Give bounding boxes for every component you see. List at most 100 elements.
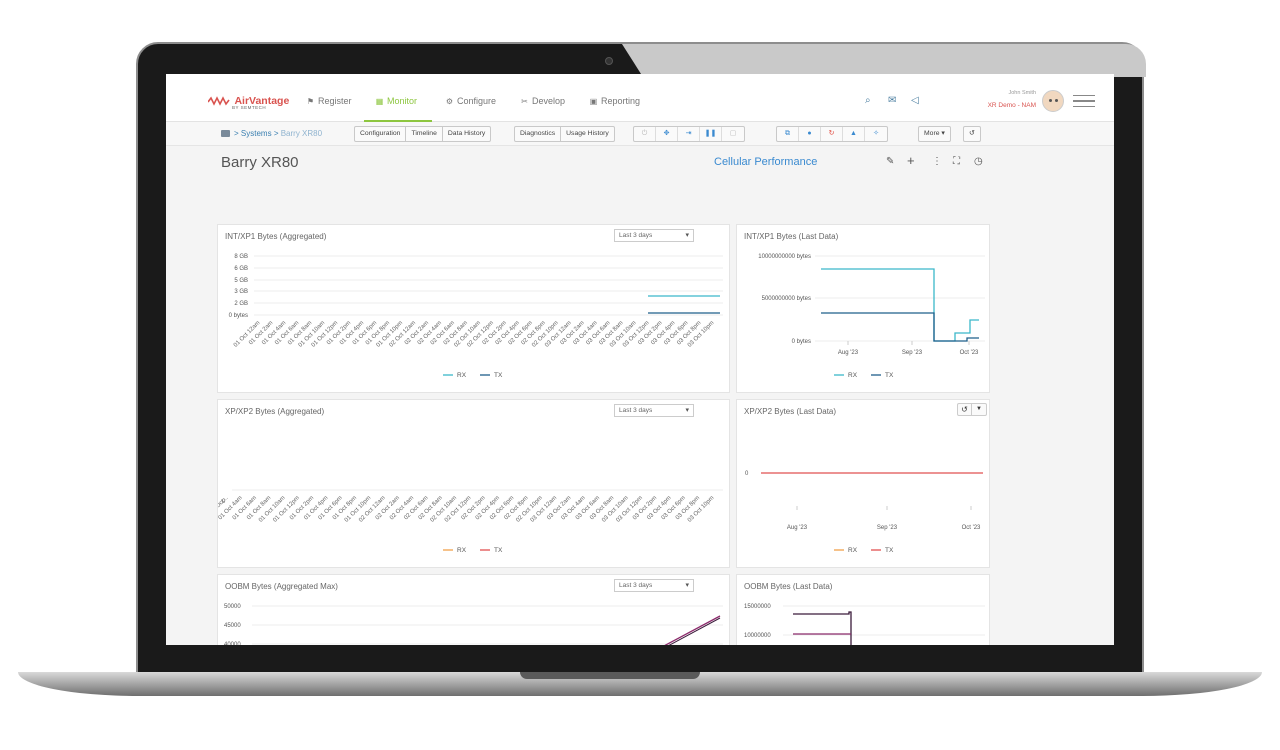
legend-rx: RX [457, 547, 467, 554]
nav-develop-label: Develop [532, 96, 566, 106]
nav-reporting[interactable]: ▣ Reporting [589, 96, 640, 106]
y-tick: 45000 [224, 623, 241, 629]
data-history-button[interactable]: Data History [443, 127, 490, 141]
y-axis: 8 GB 6 GB 5 GB 3 GB 2 GB 0 bytes [229, 254, 248, 319]
configuration-button[interactable]: Configuration [355, 127, 407, 141]
report-icon: ▣ [589, 97, 598, 106]
x-tick: Aug '23 [787, 525, 808, 531]
breadcrumb-separator: > [234, 129, 239, 138]
int-last-chart: 10000000000 bytes 5000000000 bytes 0 byt… [758, 254, 985, 379]
legend-rx: RX [457, 372, 467, 379]
y-tick: 40000 [224, 642, 241, 645]
upload-icon[interactable]: ▲ [843, 127, 865, 141]
nav-monitor-label: Monitor [387, 96, 418, 106]
page-title: Barry XR80 [221, 154, 299, 171]
sub-toolbar: > Systems > Barry XR80 Configuration Tim… [166, 122, 1114, 146]
fullscreen-icon[interactable]: ⛶ [953, 156, 960, 167]
more-vertical-icon[interactable]: ⋮ [932, 156, 942, 167]
nav-configure[interactable]: ⚙ Configure [445, 96, 496, 106]
y-tick: 3 GB [234, 289, 248, 295]
flag-icon: ⚑ [306, 97, 315, 106]
x-tick: 03 Oct 10pm [687, 495, 716, 524]
mail-icon[interactable]: ✉ [888, 95, 896, 106]
app-screen: AirVantage BY SEMTECH ⚑ Register ▦ Monitor… [166, 74, 1114, 645]
view-button-group: Configuration Timeline Data History [354, 126, 492, 142]
hamburger-menu-icon[interactable] [1073, 95, 1095, 107]
reboot-icon[interactable]: ↻ [821, 127, 843, 141]
nav-register[interactable]: ⚑ Register [306, 96, 352, 106]
y-tick: 10000000000 bytes [758, 254, 811, 260]
card-int-last-data: INT/XP1 Bytes (Last Data) 10000000000 by… [736, 224, 990, 393]
card-int-aggregated: INT/XP1 Bytes (Aggregated) Last 3 days 8… [217, 224, 730, 393]
breadcrumb-separator: > [273, 129, 279, 138]
legend: RX TX [443, 372, 503, 379]
card-xp2-last-data: XP/XP2 Bytes (Last Data) ↺ ▼ 0 Aug '23 S… [736, 399, 990, 568]
timer-icon[interactable]: ◷ [974, 156, 983, 167]
refresh-button[interactable]: ↺ [963, 126, 981, 142]
breadcrumb-systems[interactable]: Systems [241, 129, 272, 138]
logo-wave-icon [208, 95, 230, 106]
power-icon[interactable]: ⏻ [634, 127, 656, 141]
y-tick: 6 GB [234, 266, 248, 272]
pause-icon[interactable]: ❚❚ [700, 127, 722, 141]
nav-develop[interactable]: ✂ Develop [520, 96, 565, 106]
top-navigation: AirVantage BY SEMTECH ⚑ Register ▦ Monitor… [166, 74, 1114, 122]
tools-icon: ✂ [521, 97, 528, 106]
y-tick: 0 bytes [229, 313, 248, 319]
card-xp2-aggregated: XP/XP2 Bytes (Aggregated) Last 3 days 0 … [217, 399, 730, 568]
rx-series-line [821, 268, 979, 342]
camera-icon [605, 57, 613, 65]
stop-icon[interactable]: ▢ [722, 127, 744, 141]
user-org[interactable]: XR Demo - NAM [988, 102, 1036, 109]
y-tick: 0 bytes [792, 339, 811, 345]
y-tick: 50000 [224, 604, 241, 610]
search-icon[interactable]: ⌕ [865, 95, 871, 106]
tool-button-group: Diagnostics Usage History [514, 126, 615, 142]
y-tick: 2 GB [234, 301, 248, 307]
legend-tx: TX [494, 547, 503, 554]
avatar[interactable] [1042, 90, 1064, 112]
megaphone-icon[interactable]: ◁ [911, 95, 919, 106]
x-tick: Oct '23 [960, 350, 979, 356]
x-tick: Sep '23 [877, 525, 898, 531]
card-oobm-aggregated: OOBM Bytes (Aggregated Max) Last 3 days … [217, 574, 730, 645]
nav-configure-label: Configure [457, 96, 497, 106]
y-tick: 5000000000 bytes [762, 296, 811, 302]
nav-monitor[interactable]: ▦ Monitor [375, 96, 417, 106]
gear-icon: ⚙ [445, 97, 454, 106]
dashboard-name[interactable]: Cellular Performance [714, 156, 817, 168]
more-button[interactable]: More ▾ [919, 127, 950, 141]
y-tick: 8 GB [234, 254, 248, 260]
logo[interactable]: AirVantage BY SEMTECH [208, 92, 289, 110]
gridlines [783, 605, 985, 636]
legend-rx: RX [848, 372, 858, 379]
globe-icon[interactable]: ● [799, 127, 821, 141]
brand-sub: BY SEMTECH [232, 105, 267, 110]
lid-glare [622, 44, 1146, 77]
usage-history-button[interactable]: Usage History [561, 127, 614, 141]
nav-register-label: Register [318, 96, 352, 106]
add-icon[interactable]: + [907, 153, 915, 168]
int-agg-chart: 8 GB 6 GB 5 GB 3 GB 2 GB 0 bytes 01 Oct … [229, 254, 723, 379]
y-tick: 0 [745, 471, 749, 477]
move-icon[interactable]: ✥ [656, 127, 678, 141]
oobm-agg-chart: 50000 45000 40000 [224, 604, 723, 645]
settings-icon[interactable]: ✧ [865, 127, 887, 141]
gridlines [254, 255, 723, 316]
import-icon[interactable]: ⇥ [678, 127, 700, 141]
user-name: John Smith [1008, 90, 1036, 96]
y-tick: 5 GB [234, 278, 248, 284]
legend-tx: TX [885, 372, 894, 379]
systems-icon [221, 130, 230, 137]
copy-icon[interactable]: ⧉ [777, 127, 799, 141]
more-dropdown[interactable]: More ▾ [918, 126, 951, 142]
xp2-agg-chart: 0 01 Oct...01 Oct 4am01 Oct 6am01 Oct 8a… [218, 489, 723, 554]
action-button-group-2: ⧉ ● ↻ ▲ ✧ [776, 126, 888, 142]
diagnostics-button[interactable]: Diagnostics [515, 127, 562, 141]
action-button-group: ⏻ ✥ ⇥ ❚❚ ▢ [633, 126, 745, 142]
y-tick: 10000000 [744, 633, 771, 639]
timeline-button[interactable]: Timeline [406, 127, 443, 141]
y-tick: 15000000 [744, 604, 771, 610]
refresh-icon[interactable]: ↺ [964, 127, 980, 141]
edit-icon[interactable]: ✎ [886, 156, 894, 167]
